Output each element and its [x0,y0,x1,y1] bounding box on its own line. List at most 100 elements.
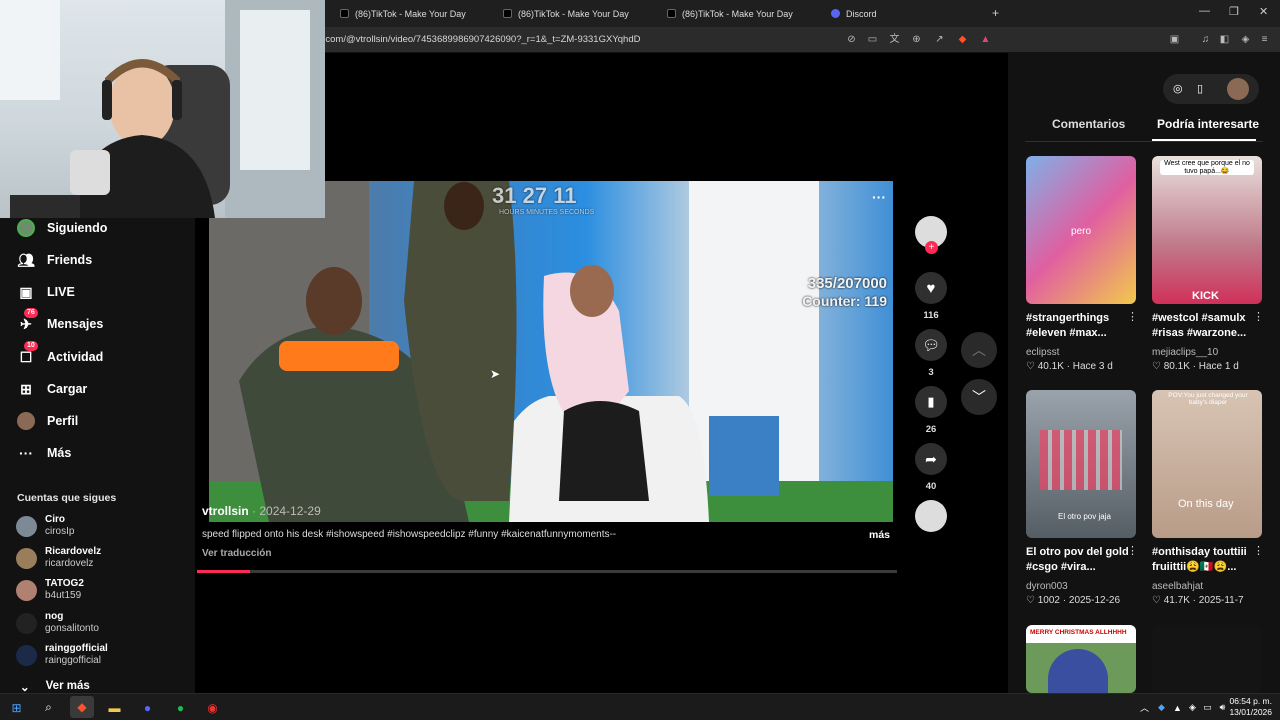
live-icon: ▣ [19,283,33,300]
card-user[interactable]: dyron003 [1026,581,1068,592]
overlay-timer: 31 27 11 [492,183,577,208]
avatar[interactable] [1227,78,1249,100]
following-account[interactable]: Ciro cirosIp [16,514,74,538]
spotify-icon[interactable]: ● [172,699,189,716]
video-thumbnail[interactable]: El otro pov jaja [1026,390,1136,538]
windows-taskbar: ⊞ ⌕ ◆ ▬ ● ● ◉ ︿ ◆ ▲ ◈ ▭ 🔊︎ 06:54 p. m. 1… [0,693,1280,720]
sound-avatar[interactable] [915,500,947,532]
obs-icon[interactable]: ◉ [204,699,221,716]
card-title[interactable]: El otro pov del gold #csgo #vira... [1026,545,1130,575]
previous-video-button[interactable]: ︿ [961,332,997,368]
card-options-icon[interactable]: ⋮ [1253,310,1264,323]
card-options-icon[interactable]: ⋮ [1127,310,1138,323]
video-caption: speed flipped onto his desk #ishowspeed … [202,529,617,540]
cast-icon[interactable]: ▭ [866,33,879,46]
sidebar-item-friends[interactable]: 👥︎ Friends [17,248,92,272]
share-button[interactable]: ➦ [915,443,947,475]
tab-title: (86)TikTok - Make Your Day [682,8,793,19]
vpn-icon[interactable]: ◈ [1239,33,1252,46]
browser-tab[interactable]: (86)TikTok - Make Your Day [340,4,466,23]
translate-button[interactable]: Ver traducción [202,548,271,559]
heart-icon: ♥ [926,279,936,297]
video-thumbnail[interactable]: West cree que porque el no tuvo papá...😂… [1152,156,1262,304]
video-thumbnail[interactable] [1152,625,1262,693]
video-thumbnail[interactable]: MERRY CHRISTMAS ALLHHHH [1026,625,1136,693]
sidebar-item-live[interactable]: ▣ LIVE [17,280,74,304]
card-user[interactable]: mejiaclips__10 [1152,347,1218,358]
rewards-icon[interactable]: ▲ [979,33,992,46]
chevron-up-icon: ︿ [972,342,986,358]
discord-taskbar-icon[interactable]: ● [139,699,156,716]
avatar [16,515,37,537]
browser-tab[interactable]: Discord [831,4,877,23]
zoom-icon[interactable]: ⊕ [910,33,923,46]
following-account[interactable]: TATOG2 b4ut159 [16,578,84,602]
file-explorer-icon[interactable]: ▬ [106,699,123,716]
minimize-icon[interactable]: — [1199,5,1210,17]
follow-plus-icon[interactable]: + [925,241,938,254]
tray-chevron-icon[interactable]: ︿ [1136,699,1153,716]
card-title[interactable]: #strangerthings #eleven #max... [1026,311,1130,341]
sidebar-item-more[interactable]: ··· Más [17,441,71,465]
video-thumbnail[interactable]: pero [1026,156,1136,304]
browser-tab[interactable]: (86)TikTok - Make Your Day [503,4,629,23]
url-field[interactable]: k.com/@vtrollsin/video/74536899869074260… [318,34,640,45]
share-icon[interactable]: ↗ [933,33,946,46]
video-author[interactable]: vtrollsin · 2024-12-29 [202,504,321,518]
phone-icon[interactable]: ▯ [1197,82,1203,95]
save-button[interactable]: ▮ [915,386,947,418]
close-icon[interactable]: ✕ [1259,5,1268,18]
new-tab-button[interactable]: + [992,6,999,20]
tiktok-icon [667,9,676,18]
caption-more-button[interactable]: más [869,529,890,541]
card-user[interactable]: aseelbahjat [1152,581,1203,592]
taskbar-clock[interactable]: 06:54 p. m. 13/01/2026 [1229,696,1272,718]
tab-suggestions[interactable]: Podría interesarte [1157,117,1259,131]
search-icon[interactable]: ⌕ [40,699,57,716]
sidebar-item-profile[interactable]: Perfil [17,409,78,433]
creator-avatar[interactable]: + [915,216,947,254]
next-video-button[interactable]: ﹀ [961,379,997,415]
windows-start-icon[interactable]: ⊞ [8,699,25,716]
video-progress-track[interactable] [197,570,897,573]
following-account[interactable]: nog gonsalitonto [16,611,99,635]
video-thumbnail[interactable]: POV:You just changed your baby's diaper … [1152,390,1262,538]
volume-icon[interactable]: 🔊︎ [1214,699,1231,716]
following-account[interactable]: rainggofficial rainggofficial [16,643,108,667]
following-section-title: Cuentas que sigues [17,492,117,504]
video-options-icon[interactable]: ··· [872,189,886,205]
active-tab-indicator [1152,139,1256,141]
card-title[interactable]: #westcol #samulx #risas #warzone... [1152,311,1256,341]
following-account[interactable]: Ricardovelz ricardovelz [16,546,101,570]
overlay-counter: 335/207000 [807,275,887,292]
video-player[interactable]: 31 27 11 HOURS MINUTES SECONDS 335/20700… [209,181,893,522]
thumbnail-label: KICK [1192,290,1219,302]
sidebar-item-following[interactable]: Siguiendo [17,216,107,240]
restore-icon[interactable]: ❐ [1229,5,1239,18]
following-avatar-icon [17,219,35,237]
browser-tab[interactable]: (86)TikTok - Make Your Day [667,4,793,23]
tab-comments[interactable]: Comentarios [1052,117,1125,131]
media-icon[interactable]: ♫ [1199,33,1212,46]
menu-icon[interactable]: ≡ [1258,33,1271,46]
sidebar-item-upload[interactable]: ⊞ Cargar [17,377,87,401]
share-arrow-icon: ➦ [925,450,937,467]
brave-taskbar-icon[interactable]: ◆ [70,696,94,718]
translate-icon[interactable]: 文 [888,33,901,46]
card-options-icon[interactable]: ⋮ [1127,544,1138,557]
comment-button[interactable]: 💬︎ [915,329,947,361]
video-progress-fill [197,570,250,573]
see-more-button[interactable]: ⌄ Ver más [20,680,90,694]
sidebar-toggle-icon[interactable]: ▣ [1168,33,1181,46]
card-user[interactable]: eclipsst [1026,347,1059,358]
sidebar-item-activity[interactable]: ☐ 10 Actividad [17,341,103,369]
like-button[interactable]: ♥ [915,272,947,304]
card-title[interactable]: #onthisday touttiii fruiittii😩🇲🇽😩... [1152,545,1256,575]
sidebar-item-messages[interactable]: ✈ 76 Mensajes [17,308,103,336]
compass-icon[interactable]: ◎ [1173,82,1183,95]
panel-icon[interactable]: ◧ [1218,33,1231,46]
brave-shield-icon[interactable]: ◆ [956,33,969,46]
tray-app-icon[interactable]: ◆ [1153,699,1170,716]
reader-icon[interactable]: ⊘ [845,33,858,46]
card-options-icon[interactable]: ⋮ [1253,544,1264,557]
